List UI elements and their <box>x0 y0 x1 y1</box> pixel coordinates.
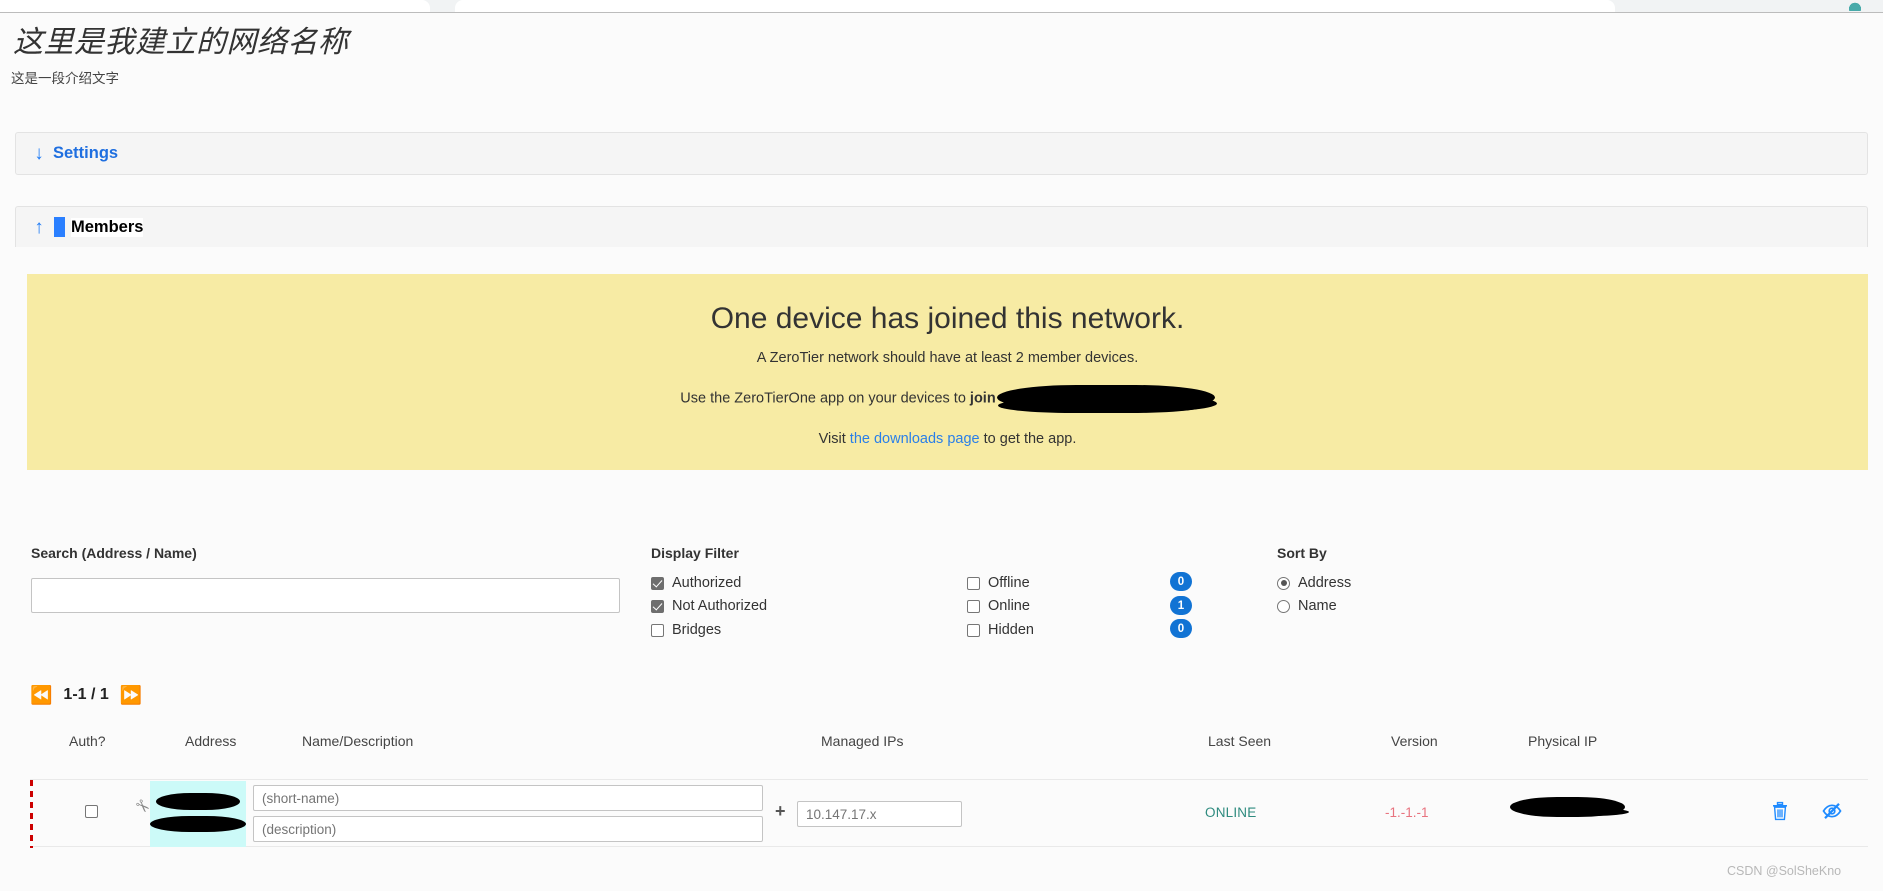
pagination: ⏪ 1-1 / 1 ⏩ <box>30 686 142 704</box>
checkbox-icon[interactable] <box>85 805 98 818</box>
badge-online-count: 1 <box>1170 596 1192 615</box>
browser-tab-left[interactable] <box>0 0 430 12</box>
page-root: 这里是我建立的网络名称 这是一段介绍文字 ↓ Settings ↑ Member… <box>0 0 1883 891</box>
sort-by-label: Sort By <box>1277 545 1327 561</box>
redaction-network-id <box>996 385 1215 410</box>
panel-settings-header[interactable]: ↓ Settings <box>16 133 1867 174</box>
page-title: 这里是我建立的网络名称 <box>13 26 349 59</box>
watermark: CSDN @SolSheKno <box>1727 864 1842 878</box>
panel-members[interactable]: ↑ Members <box>15 206 1868 247</box>
filter-checkbox-not-authorized[interactable]: Not Authorized <box>651 598 767 614</box>
network-description: 这是一段介绍文字 <box>11 71 119 86</box>
filter-label: Not Authorized <box>672 598 768 614</box>
notice-line-1: A ZeroTier network should have at least … <box>756 350 1139 366</box>
sort-option-label: Name <box>1298 598 1337 614</box>
trash-icon[interactable] <box>1770 800 1790 827</box>
column-header-address: Address <box>185 733 237 749</box>
filter-label: Online <box>988 598 1030 614</box>
badge-offline-count: 0 <box>1170 572 1192 591</box>
row-auth-checkbox-wrap[interactable] <box>85 805 98 823</box>
search-input[interactable] <box>31 578 620 613</box>
filter-label: Offline <box>988 575 1030 591</box>
member-short-name-input[interactable] <box>253 785 763 811</box>
checkbox-icon[interactable] <box>967 623 980 637</box>
filter-label: Hidden <box>988 622 1034 638</box>
checkbox-icon[interactable] <box>967 576 980 590</box>
search-label: Search (Address / Name) <box>31 545 197 561</box>
panel-settings[interactable]: ↓ Settings <box>15 132 1868 175</box>
filter-checkbox-offline[interactable]: Offline <box>967 575 1030 591</box>
panel-members-label[interactable]: Members <box>71 217 144 237</box>
radio-icon[interactable] <box>1277 599 1290 613</box>
redaction-physical-ip <box>1510 797 1625 817</box>
panel-settings-label[interactable]: Settings <box>53 144 118 163</box>
sort-option-address[interactable]: Address <box>1277 575 1351 591</box>
browser-tab-active[interactable] <box>455 0 1615 12</box>
checkbox-icon[interactable] <box>651 623 664 637</box>
member-description-input[interactable] <box>253 816 763 842</box>
column-header-name: Name/Description <box>302 733 414 749</box>
member-address-cell[interactable] <box>150 781 246 847</box>
notice-line-2: Use the ZeroTierOne app on your devices … <box>27 366 1868 412</box>
redaction-member-address-top <box>156 793 240 810</box>
column-header-version: Version <box>1391 733 1438 749</box>
unauthorized-row-marker <box>30 780 33 848</box>
last-page-icon[interactable]: ⏩ <box>120 686 142 704</box>
column-header-auth: Auth? <box>69 733 106 749</box>
sort-option-name[interactable]: Name <box>1277 598 1337 614</box>
column-header-managed-ips: Managed IPs <box>821 733 904 749</box>
member-version: -1.-1.-1 <box>1385 805 1429 820</box>
filter-checkbox-online[interactable]: Online <box>967 598 1030 614</box>
add-managed-ip-icon[interactable]: + <box>775 801 786 822</box>
eye-slash-icon[interactable] <box>1821 800 1843 827</box>
up-arrow-icon: ↑ <box>34 216 44 238</box>
checkbox-icon[interactable] <box>651 599 664 613</box>
pagination-range: 1-1 / 1 <box>63 686 109 703</box>
filter-label: Bridges <box>672 622 722 638</box>
checkbox-icon[interactable] <box>967 599 980 613</box>
sort-option-label: Address <box>1298 575 1352 591</box>
filter-checkbox-bridges[interactable]: Bridges <box>651 622 721 638</box>
radio-icon[interactable] <box>1277 576 1290 590</box>
column-header-last-seen: Last Seen <box>1208 733 1272 749</box>
member-last-seen: ONLINE <box>1205 805 1257 820</box>
notice-line-3: Visit the downloads page to get the app. <box>27 412 1868 447</box>
notice-heading: One device has joined this network. <box>710 302 1185 335</box>
browser-extension-icon[interactable] <box>1845 0 1865 11</box>
join-notice-banner: One device has joined this network. A Ze… <box>27 274 1868 470</box>
first-page-icon[interactable]: ⏪ <box>30 686 52 704</box>
notice-line-3-prefix: Visit <box>818 431 850 447</box>
filter-checkbox-authorized[interactable]: Authorized <box>651 575 741 591</box>
text-selection-block <box>54 217 65 237</box>
notice-line-2-prefix: Use the ZeroTierOne app on your devices … <box>680 390 970 407</box>
column-header-physical-ip: Physical IP <box>1528 733 1598 749</box>
redaction-member-address-bottom <box>150 816 246 832</box>
notice-line-3-suffix: to get the app. <box>979 431 1077 447</box>
notice-join-word: join <box>969 390 996 407</box>
filter-label: Authorized <box>672 575 742 591</box>
downloads-page-link[interactable]: the downloads page <box>850 431 980 447</box>
down-arrow-icon: ↓ <box>34 143 44 164</box>
table-row: ✂ + ONLINE -1.-1.-1 <box>30 779 1868 848</box>
browser-chrome-strip <box>0 0 1883 13</box>
filter-checkbox-hidden[interactable]: Hidden <box>967 622 1034 638</box>
checkbox-icon[interactable] <box>651 576 664 590</box>
managed-ip-input[interactable] <box>797 801 962 827</box>
badge-hidden-count: 0 <box>1170 619 1192 638</box>
panel-members-header[interactable]: ↑ Members <box>16 207 1867 247</box>
display-filter-label: Display Filter <box>651 545 739 561</box>
